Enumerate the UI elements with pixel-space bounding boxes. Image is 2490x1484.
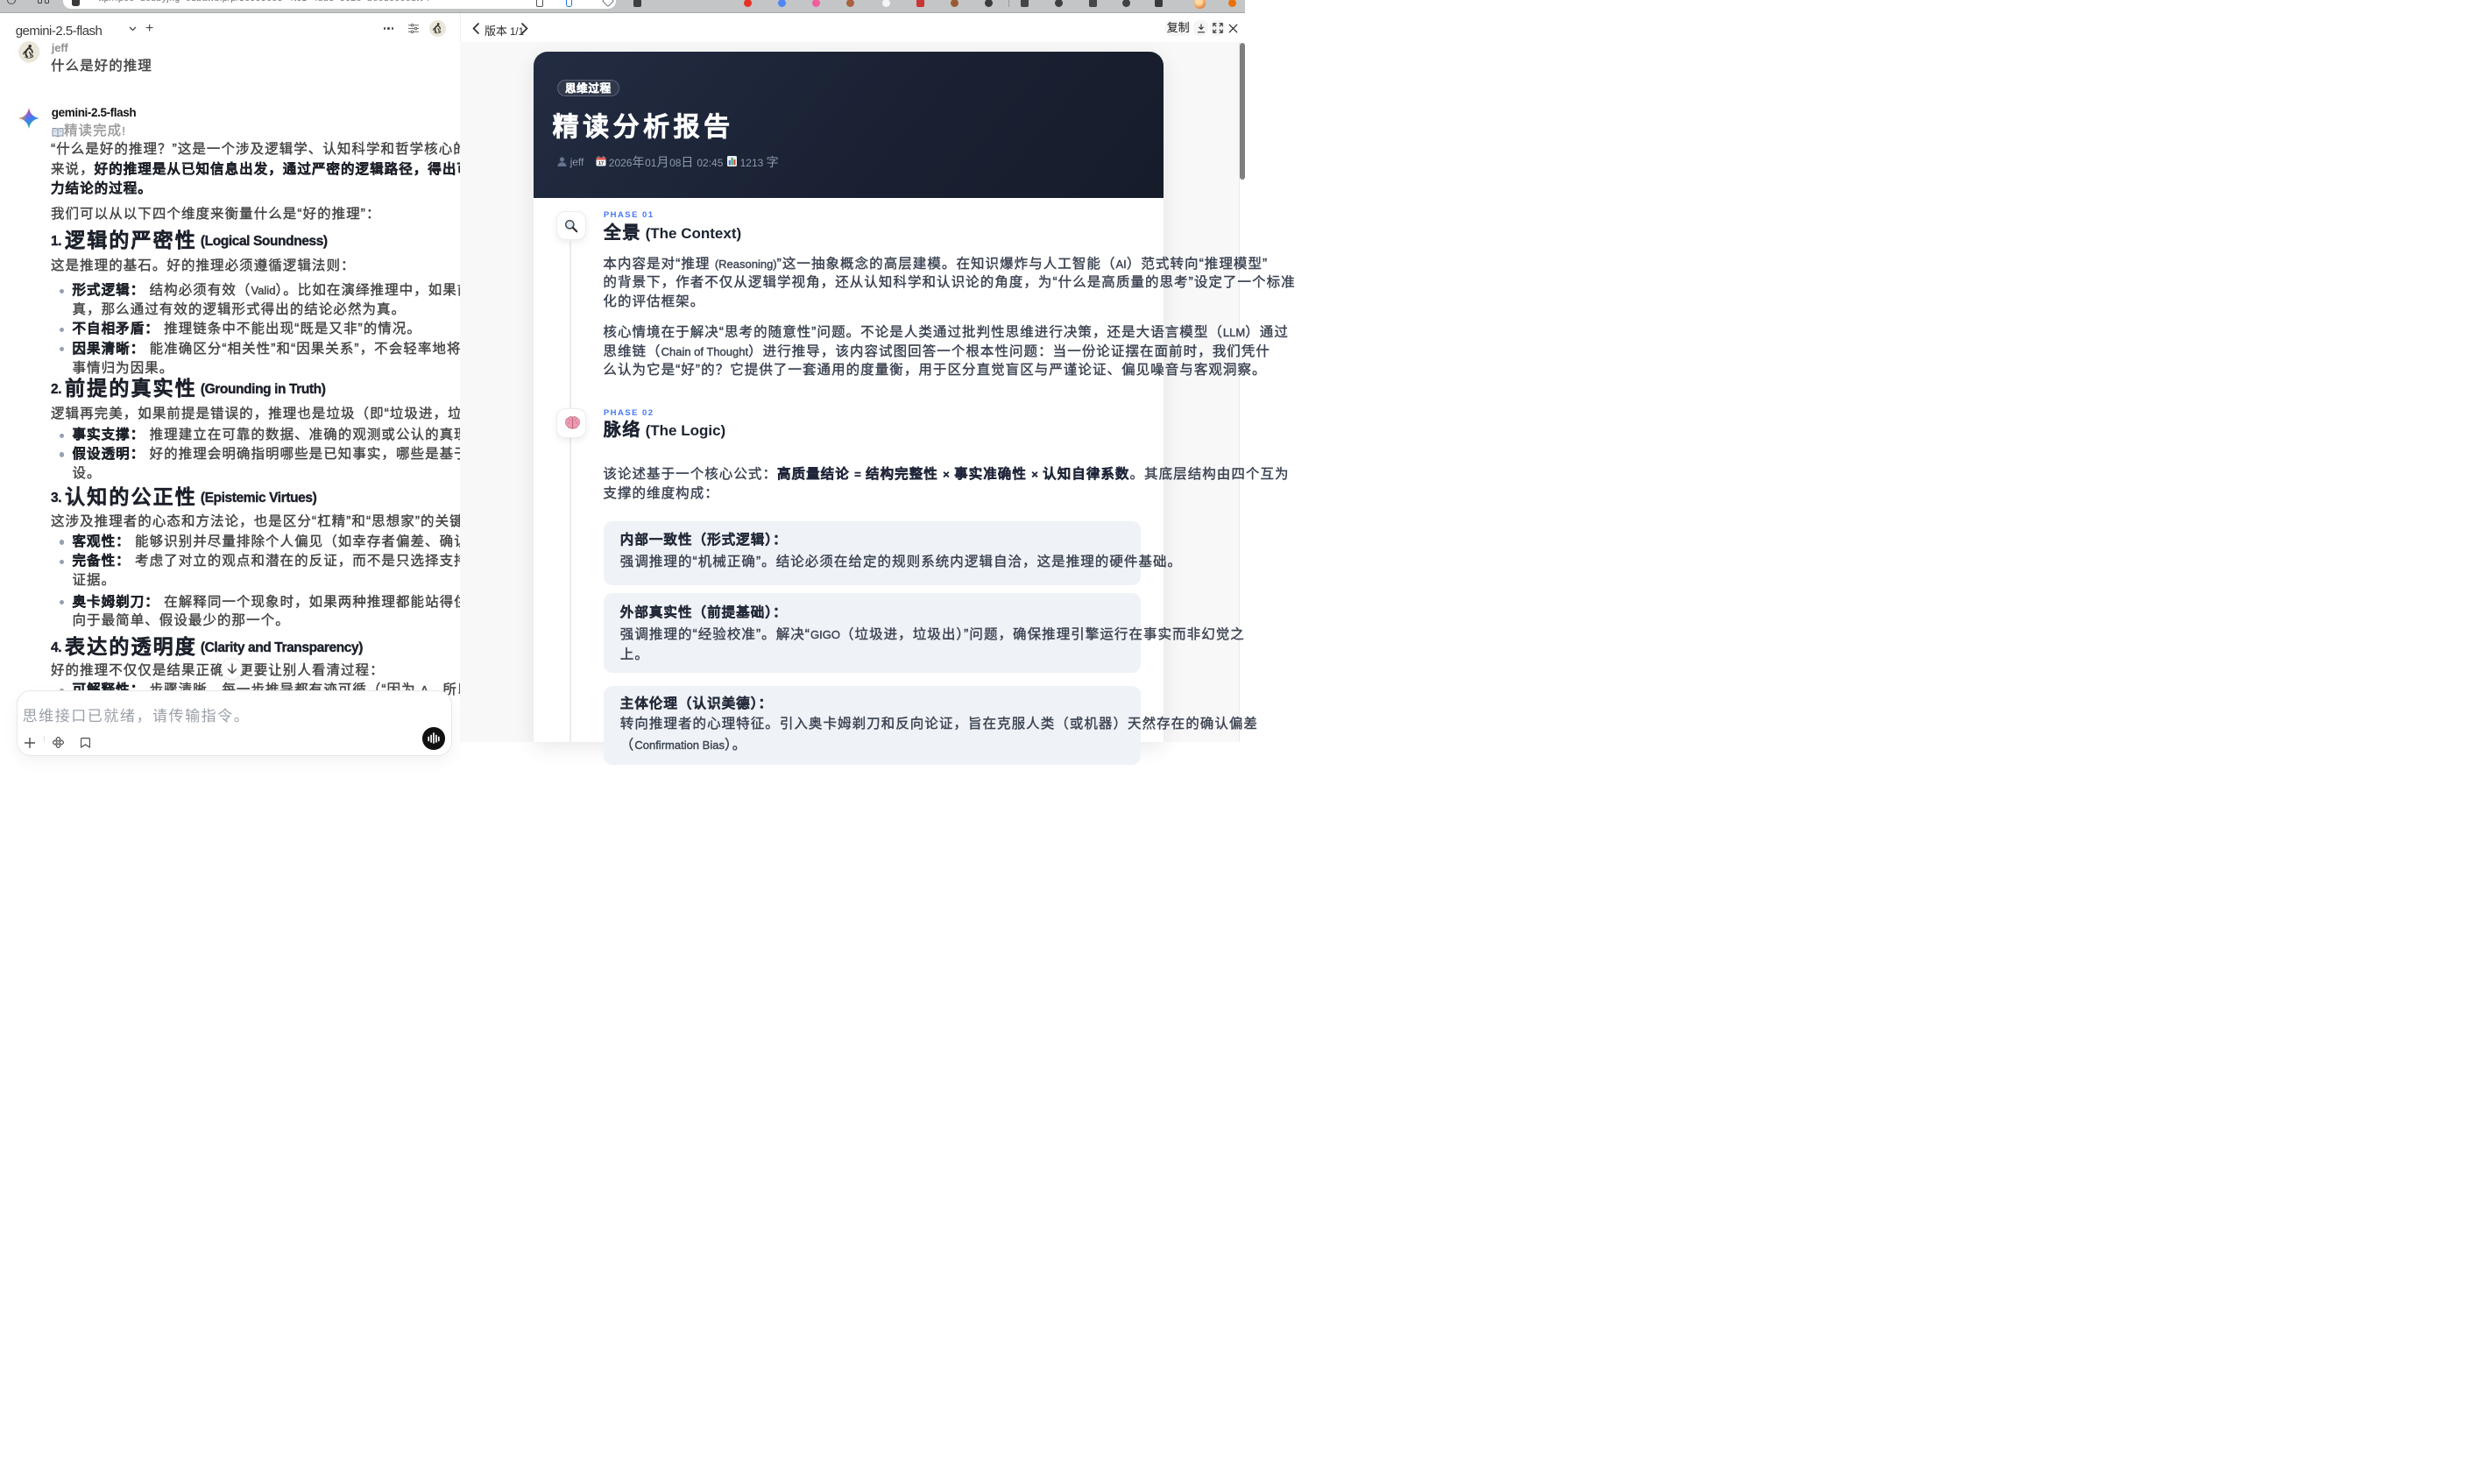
svg-text:17: 17 (598, 161, 604, 166)
